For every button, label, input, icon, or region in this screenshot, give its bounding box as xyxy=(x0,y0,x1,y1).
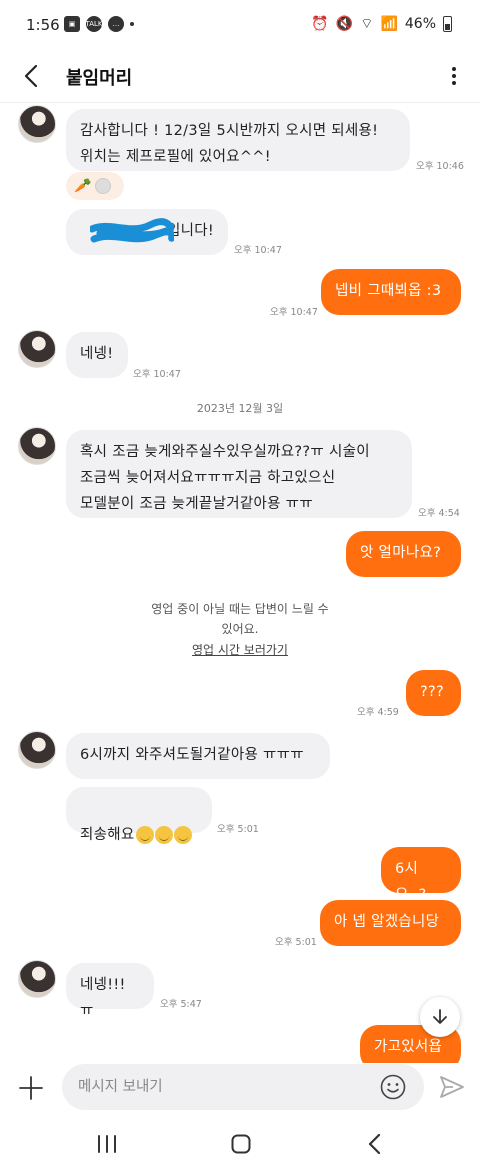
message-time: 오후 10:47 xyxy=(234,245,282,256)
chat-bubble-icon: … xyxy=(108,16,124,32)
incoming-message[interactable]: 6시까지 와주셔도될거같아용 ㅠㅠㅠ xyxy=(66,733,330,779)
message-time: 오후 5:01 xyxy=(275,937,317,948)
home-icon xyxy=(231,1134,251,1154)
business-hours-notice: 영업 중이 아닐 때는 답변이 느릴 수 있어요. xyxy=(151,602,329,636)
nav-back-button[interactable] xyxy=(360,1131,390,1157)
talk-icon: TALK xyxy=(86,16,103,32)
recent-apps-button[interactable] xyxy=(92,1131,122,1157)
alarm-icon: ⏰ xyxy=(311,16,329,32)
recent-apps-icon xyxy=(98,1135,116,1153)
chat-header: 붙임머리 xyxy=(0,50,480,103)
message-text: 죄송해요 xyxy=(80,827,135,843)
scroll-to-bottom-button[interactable] xyxy=(420,997,460,1037)
mute-icon: 🔇 xyxy=(335,16,354,32)
incoming-message[interactable]: 죄송해요 xyxy=(66,787,212,844)
redaction-scribble xyxy=(90,218,174,243)
more-dot-icon xyxy=(452,67,456,71)
outgoing-message[interactable]: 6시요..? xyxy=(381,847,461,903)
smile-emoji-icon xyxy=(173,826,192,844)
page-title: 붙임머리 xyxy=(66,68,133,89)
gallery-icon: ▣ xyxy=(64,16,80,32)
outgoing-message[interactable]: 아 넵 알겠습니당 xyxy=(320,900,461,946)
battery-icon xyxy=(443,16,452,32)
avatar[interactable] xyxy=(18,731,56,769)
message-time: 오후 5:47 xyxy=(160,999,202,1010)
status-bar: 1:56 ▣ TALK … ⏰ 🔇 ⌔ 📶 46% xyxy=(0,0,480,50)
send-icon xyxy=(440,1076,464,1098)
home-button[interactable] xyxy=(226,1131,256,1157)
status-time: 1:56 xyxy=(26,16,60,34)
arrow-down-icon xyxy=(433,1009,447,1024)
send-button[interactable] xyxy=(439,1074,465,1100)
notification-icons: ▣ TALK … xyxy=(64,16,134,32)
back-button[interactable] xyxy=(18,62,46,90)
message-input[interactable] xyxy=(62,1064,424,1110)
outgoing-message[interactable]: ??? xyxy=(406,670,461,716)
smiley-icon xyxy=(380,1074,406,1100)
system-icons: ⏰ 🔇 ⌔ 📶 46% xyxy=(311,15,452,33)
chevron-left-icon xyxy=(24,64,38,88)
signal-icon: 📶 xyxy=(380,16,398,32)
wifi-icon: ⌔ xyxy=(360,16,374,32)
smile-emoji-icon xyxy=(135,826,154,844)
reaction-badge[interactable]: 🥕 xyxy=(66,172,124,200)
incoming-message[interactable]: 혹시 조금 늦게와주실수있우실까요??ㅠ 시술이 조금씩 늦어져서요ㅠㅠㅠ지금 … xyxy=(66,430,412,518)
message-time: 오후 4:59 xyxy=(357,707,399,718)
message-input-bar xyxy=(0,1063,480,1115)
outgoing-message[interactable]: 앗 얼마나요? xyxy=(346,531,461,577)
back-arrow-icon xyxy=(368,1133,381,1155)
message-time: 오후 10:46 xyxy=(416,161,464,172)
more-dot-icon xyxy=(452,81,456,85)
more-notifications-dot xyxy=(130,22,134,26)
battery-percent: 46% xyxy=(404,16,436,32)
incoming-message[interactable]: 네넹! xyxy=(66,332,128,378)
message-time: 오후 10:47 xyxy=(270,307,318,318)
message-time: 오후 10:47 xyxy=(133,369,181,380)
incoming-message[interactable]: 네넹!!! ㅠ xyxy=(66,963,154,1019)
more-dot-icon xyxy=(452,74,456,78)
reaction-avatar xyxy=(95,178,112,194)
chat-area[interactable]: 감사합니다 ! 12/3일 5시반까지 오시면 되세용! 위치는 제프로필에 있… xyxy=(0,103,480,1063)
emoji-button[interactable] xyxy=(379,1073,407,1101)
more-options-button[interactable] xyxy=(444,62,464,90)
attach-button[interactable] xyxy=(18,1075,44,1101)
message-time: 오후 5:01 xyxy=(217,824,259,835)
carrot-icon: 🥕 xyxy=(74,178,92,194)
message-time: 오후 4:54 xyxy=(418,508,460,519)
smile-emoji-icon xyxy=(154,826,173,844)
incoming-message[interactable]: 감사합니다 ! 12/3일 5시반까지 오시면 되세용! 위치는 제프로필에 있… xyxy=(66,109,410,171)
avatar[interactable] xyxy=(18,330,56,368)
system-nav-bar xyxy=(0,1115,480,1173)
avatar[interactable] xyxy=(18,960,56,998)
business-hours-link[interactable]: 영업 시간 보러가기 xyxy=(0,641,480,658)
avatar[interactable] xyxy=(18,427,56,465)
plus-icon xyxy=(19,1076,43,1100)
outgoing-message[interactable]: 넵비 그때뵈옵 :3 xyxy=(321,269,461,315)
date-separator: 2023년 12월 3일 xyxy=(196,402,284,415)
avatar[interactable] xyxy=(18,105,56,143)
